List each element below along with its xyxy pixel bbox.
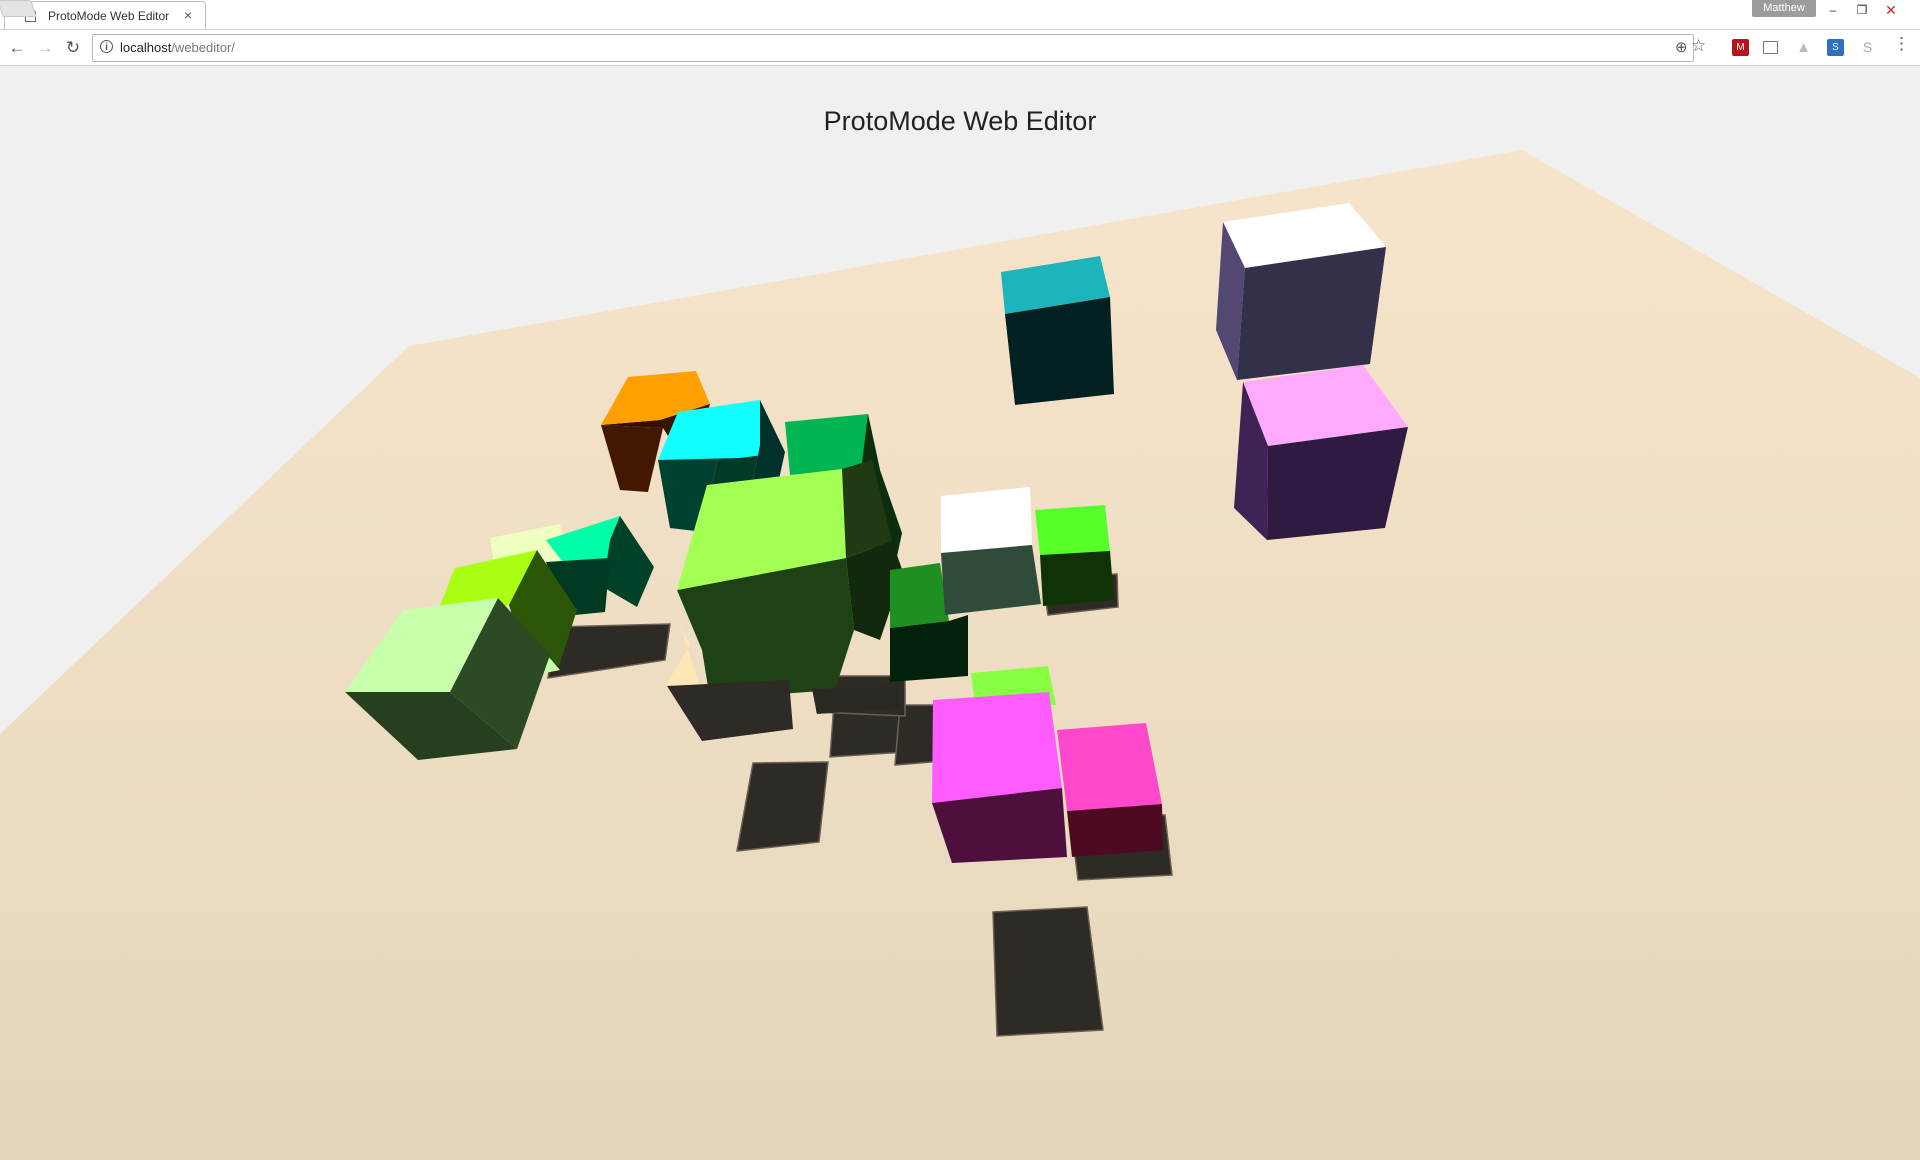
reload-icon[interactable]: ↻ xyxy=(61,36,85,60)
cube-bright-green[interactable] xyxy=(1035,505,1114,606)
cube-magenta[interactable] xyxy=(932,692,1067,863)
new-tab-button[interactable] xyxy=(0,0,37,17)
profile-badge[interactable]: Matthew xyxy=(1752,0,1816,17)
zoom-icon[interactable]: ⊕ xyxy=(1675,38,1688,56)
tab-close-icon[interactable]: × xyxy=(184,7,192,23)
cube-pink[interactable] xyxy=(1057,723,1163,857)
cube-white-mid[interactable] xyxy=(941,487,1041,615)
restore-icon[interactable]: ❐ xyxy=(1847,0,1877,20)
drive-icon[interactable]: ▲ xyxy=(1795,39,1812,56)
red-extension-icon[interactable]: M xyxy=(1732,39,1749,56)
cube-violet[interactable] xyxy=(1234,365,1408,540)
cast-icon[interactable] xyxy=(1763,41,1778,54)
3d-scene[interactable] xyxy=(0,66,1920,1160)
browser-toolbar: ← → ↻ i localhost/webeditor/ ⊕ ☆ M ▲ S S… xyxy=(0,30,1920,66)
bookmark-star-icon[interactable]: ☆ xyxy=(1691,36,1706,56)
info-icon[interactable]: i xyxy=(100,40,113,53)
cube-top xyxy=(941,487,1032,553)
editor-viewport[interactable]: ProtoMode Web Editor xyxy=(0,66,1920,1160)
cube-teal[interactable] xyxy=(1001,256,1114,405)
shadow xyxy=(992,906,1104,1037)
cube-top xyxy=(932,692,1062,803)
close-window-icon[interactable]: ✕ xyxy=(1876,0,1906,20)
shadow xyxy=(736,761,829,852)
news-extension-icon[interactable]: S xyxy=(1827,39,1844,56)
tab-title: ProtoMode Web Editor xyxy=(48,9,170,23)
cube-top xyxy=(890,563,949,628)
page-title: ProtoMode Web Editor xyxy=(823,106,1097,137)
forward-arrow-icon[interactable]: → xyxy=(33,36,57,60)
skype-icon[interactable]: S xyxy=(1859,39,1876,56)
minimize-icon[interactable]: – xyxy=(1818,0,1848,20)
back-arrow-icon[interactable]: ← xyxy=(5,36,29,60)
tab-strip: ProtoMode Web Editor × Matthew – ❐ ✕ xyxy=(0,0,1920,30)
url-path: /webeditor/ xyxy=(171,40,235,55)
browser-menu-icon[interactable]: ⋮ xyxy=(1893,34,1910,54)
url-text[interactable]: localhost/webeditor/ xyxy=(120,40,235,55)
cube-slate[interactable] xyxy=(1216,203,1386,380)
url-host: localhost xyxy=(120,40,172,55)
cube-top xyxy=(1057,723,1162,811)
cube-top xyxy=(1035,505,1110,555)
address-bar[interactable]: i localhost/webeditor/ ⊕ ☆ xyxy=(92,34,1706,62)
